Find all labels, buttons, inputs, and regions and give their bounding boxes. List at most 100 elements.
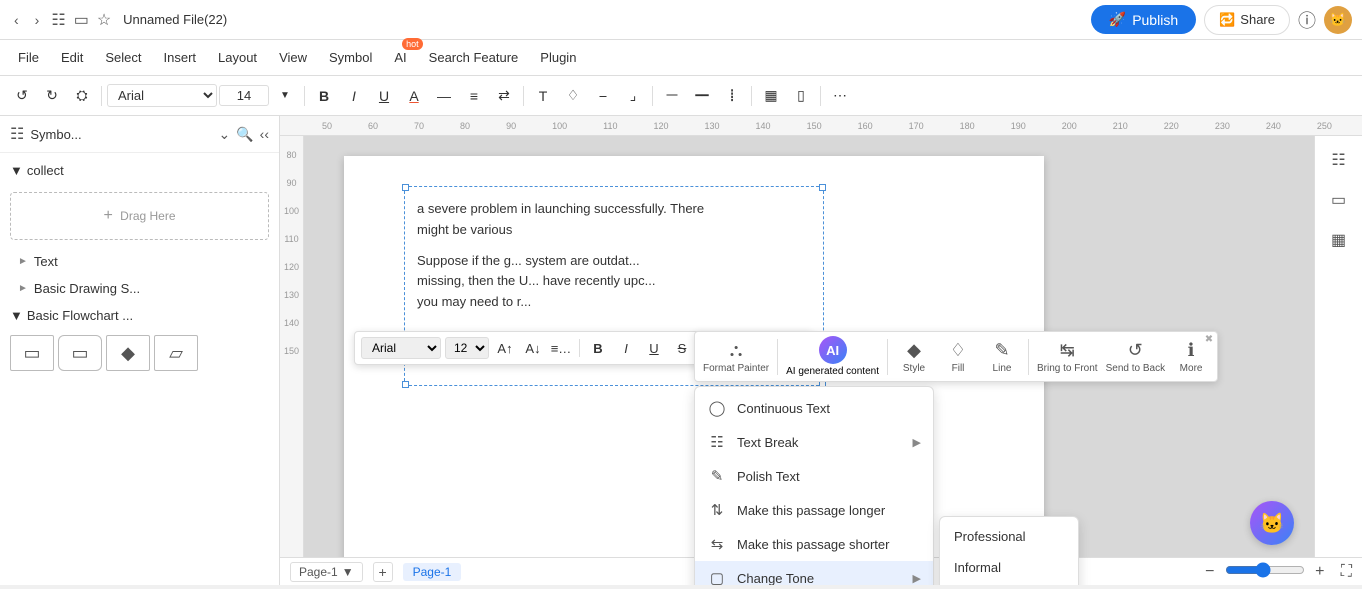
undo-button[interactable]: ↺ (8, 82, 36, 110)
back-button[interactable]: ‹ (10, 10, 23, 30)
right-panel-properties[interactable]: ▭ (1323, 184, 1355, 216)
sidebar-close-icon[interactable]: ‹‹ (260, 126, 269, 142)
ai-menu-polish-text[interactable]: ✎ Polish Text (695, 459, 933, 493)
text-wrap-button[interactable]: ≡… (549, 336, 573, 360)
line-tool-button[interactable]: ⎯ (589, 82, 617, 110)
shape-parallelogram[interactable]: ▱ (154, 335, 198, 371)
fill-item[interactable]: ♢ Fill (940, 340, 976, 374)
menu-ai[interactable]: AI hot (384, 46, 416, 69)
forward-button[interactable]: › (31, 10, 44, 30)
float-italic-button[interactable]: I (614, 336, 638, 360)
bring-front-item[interactable]: ↹ Bring to Front (1037, 340, 1098, 374)
right-panel-grid[interactable]: ▦ (1323, 224, 1355, 256)
separator2 (304, 86, 305, 106)
float-size-select[interactable]: 12 (445, 337, 489, 359)
menu-layout[interactable]: Layout (208, 46, 267, 69)
zoom-in-button[interactable]: + (1309, 561, 1331, 583)
ai-menu-longer[interactable]: ⇅ Make this passage longer (695, 493, 933, 527)
style-item[interactable]: ◆ Style (896, 340, 932, 374)
menu-search[interactable]: Search Feature (419, 46, 529, 69)
menu-file[interactable]: File (8, 46, 49, 69)
shape-diamond[interactable]: ◆ (106, 335, 150, 371)
shape-rect[interactable]: ▭ (10, 335, 54, 371)
ai-menu-shorter[interactable]: ⇆ Make this passage shorter (695, 527, 933, 561)
send-back-item[interactable]: ↺ Send to Back (1106, 340, 1165, 374)
canvas-area[interactable]: a severe problem in launching successful… (304, 136, 1314, 585)
font-size-dropdown[interactable]: ▼ (271, 82, 299, 110)
fullscreen-icon[interactable]: ⛶ (1341, 563, 1352, 581)
sidebar: ☷ Symbo... ⌄ 🔍 ‹‹ ▼ collect + Drag Here … (0, 116, 280, 585)
book-icon[interactable]: ☷ (51, 10, 65, 30)
right-panel-layers[interactable]: ☷ (1323, 144, 1355, 176)
ai-menu-change-tone[interactable]: ▢ Change Tone ▶ (695, 561, 933, 585)
shape-roundrect[interactable]: ▭ (58, 335, 102, 371)
sidebar-section-flowchart[interactable]: ▼ Basic Flowchart ... (0, 302, 279, 329)
italic-button[interactable]: I (340, 82, 368, 110)
add-page-button[interactable]: + (373, 562, 393, 582)
ai-assistant-button[interactable]: 🐱 (1250, 501, 1294, 545)
menu-symbol[interactable]: Symbol (319, 46, 382, 69)
baseline-button[interactable]: ― (430, 82, 458, 110)
menu-view[interactable]: View (269, 46, 317, 69)
sidebar-collapse-icon[interactable]: ⌄ (219, 126, 231, 143)
ai-content-item[interactable]: AI AI generated content (786, 336, 879, 377)
align-button[interactable]: ≡ (460, 82, 488, 110)
ai-menu-continuous-text[interactable]: ◯ Continuous Text (695, 391, 933, 425)
sidebar-search-icon[interactable]: 🔍 (236, 126, 253, 143)
format-painter-item[interactable]: ⛬ Format Painter (703, 340, 769, 374)
handle-tr[interactable] (819, 184, 826, 191)
share-button[interactable]: 🔁 Share (1204, 5, 1290, 35)
merge-button[interactable]: ▦ (757, 82, 785, 110)
sidebar-item-basic-drawing[interactable]: ► Basic Drawing S... (0, 275, 279, 302)
font-size-input[interactable] (219, 85, 269, 106)
float-underline-button[interactable]: U (642, 336, 666, 360)
paint-bucket-button[interactable]: ⛭ (68, 82, 96, 110)
tone-informal[interactable]: Informal (940, 552, 1078, 583)
text-button[interactable]: T (529, 82, 557, 110)
more-button[interactable]: ⋯ (826, 82, 854, 110)
sidebar-section-collect[interactable]: ▼ collect (0, 157, 279, 184)
bold-button[interactable]: B (310, 82, 338, 110)
font-increase-button[interactable]: A↑ (493, 336, 517, 360)
fill-button[interactable]: ♢ (559, 82, 587, 110)
redo-button[interactable]: ↻ (38, 82, 66, 110)
line-style-button[interactable]: ━━ (688, 82, 716, 110)
handle-bl[interactable] (402, 381, 409, 388)
float-strikethrough-button[interactable]: S (670, 336, 694, 360)
ruler-mark-90: 90 (488, 121, 534, 131)
stroke-button[interactable]: ⎯⎯ (658, 82, 686, 110)
zoom-out-button[interactable]: − (1199, 561, 1221, 583)
menu-edit[interactable]: Edit (51, 46, 93, 69)
unmerge-button[interactable]: ▯ (787, 82, 815, 110)
more-ctx-item[interactable]: ℹ More (1173, 340, 1209, 374)
star-icon[interactable]: ☆ (97, 10, 111, 30)
share-doc-icon[interactable]: ▭ (74, 10, 89, 30)
float-font-select[interactable]: Arial (361, 337, 441, 359)
path-button[interactable]: ⌟ (619, 82, 647, 110)
drag-here-box[interactable]: + Drag Here (10, 192, 269, 240)
sidebar-item-text[interactable]: ► Text (0, 248, 279, 275)
line-item[interactable]: ✎ Line (984, 340, 1020, 374)
font-decrease-button[interactable]: A↓ (521, 336, 545, 360)
help-icon[interactable]: ⓘ (1298, 7, 1316, 33)
list-style-button[interactable]: ┋ (718, 82, 746, 110)
menu-select[interactable]: Select (95, 46, 151, 69)
tone-direct[interactable]: Direct (940, 583, 1078, 585)
menu-plugin[interactable]: Plugin (530, 46, 586, 69)
align-options-button[interactable]: ⇄ (490, 82, 518, 110)
underline-button[interactable]: U (370, 82, 398, 110)
avatar[interactable]: 🐱 (1324, 6, 1352, 34)
font-family-select[interactable]: Arial (107, 84, 217, 107)
continuous-text-label: Continuous Text (737, 401, 921, 416)
publish-button[interactable]: 🚀 Publish (1091, 5, 1196, 34)
zoom-slider[interactable] (1225, 562, 1305, 578)
handle-tl[interactable] (402, 184, 409, 191)
dismiss-icon[interactable]: ✖ (1205, 334, 1213, 345)
ai-menu-text-break[interactable]: ☷ Text Break ▶ (695, 425, 933, 459)
page-selector[interactable]: Page-1 ▼ (290, 562, 363, 582)
float-bold-button[interactable]: B (586, 336, 610, 360)
tone-professional[interactable]: Professional (940, 521, 1078, 552)
font-color-button[interactable]: A (400, 82, 428, 110)
menu-insert[interactable]: Insert (154, 46, 207, 69)
active-page-tab[interactable]: Page-1 (403, 563, 462, 581)
